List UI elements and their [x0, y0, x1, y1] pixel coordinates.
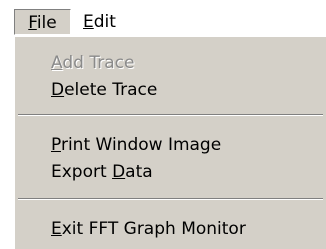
menu-item-accel: P [51, 135, 61, 155]
menu-item-label: ata [125, 162, 153, 182]
menu-separator [18, 198, 323, 200]
menu-edit[interactable]: Edit [83, 9, 123, 35]
menu-item-exit[interactable]: Exit FFT Graph Monitor [51, 217, 246, 241]
file-menu-dropdown: Add Trace Delete Trace Print Window Imag… [14, 36, 326, 249]
menu-item-add-trace[interactable]: Add Trace [51, 51, 134, 75]
menu-item-accel: D [112, 162, 126, 182]
menu-item-label: elete Trace [64, 80, 158, 100]
menu-file-label: ile [36, 13, 57, 33]
menu-item-label-prefix: Export [51, 162, 113, 182]
menu-edit-label: dit [93, 12, 116, 32]
menu-file[interactable]: File [14, 9, 71, 35]
menu-bar: File Edit [0, 0, 326, 40]
menu-item-accel: A [51, 53, 63, 73]
menu-item-label: rint Window Image [60, 135, 222, 155]
menu-item-accel: E [51, 219, 62, 239]
menu-separator [18, 114, 323, 116]
menu-edit-accel: E [83, 12, 94, 32]
menu-item-export-data[interactable]: Export Data [51, 160, 153, 184]
menu-file-accel: F [28, 13, 37, 33]
menu-item-print-window-image[interactable]: Print Window Image [51, 133, 221, 157]
screen: File Edit Add Trace Delete Trace Print W… [0, 0, 326, 249]
menu-item-label: dd Trace [62, 53, 135, 73]
menu-item-label: xit FFT Graph Monitor [61, 219, 246, 239]
menu-item-delete-trace[interactable]: Delete Trace [51, 78, 157, 102]
menu-item-accel: D [51, 80, 65, 100]
